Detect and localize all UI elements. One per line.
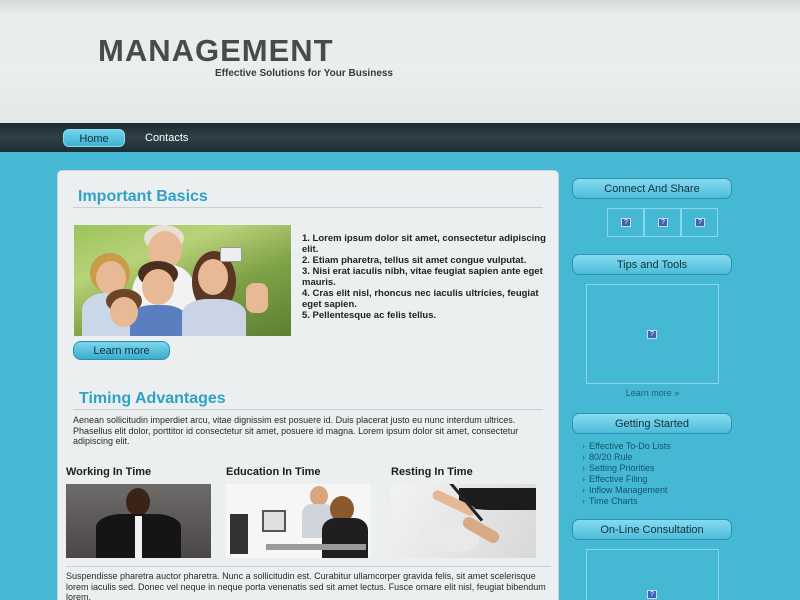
learn-more-link[interactable]: Learn more » <box>586 388 719 398</box>
timing-text: Aenean sollicitudin imperdiet arcu, vita… <box>73 415 519 446</box>
resting-title: Resting In Time <box>391 466 473 478</box>
working-title: Working In Time <box>66 466 152 478</box>
sidebar-link[interactable]: Inflow Management <box>582 485 671 496</box>
main-nav: Home Contacts <box>0 123 800 152</box>
bottom-text: Suspendisse pharetra auctor pharetra. Nu… <box>66 571 546 600</box>
image-placeholder-icon: ? <box>647 330 657 339</box>
sidebar-link[interactable]: Setting Priorities <box>582 463 671 474</box>
share-cell[interactable]: ? <box>607 208 644 237</box>
nav-item-home[interactable]: Home <box>63 129 125 147</box>
resting-image <box>391 484 536 558</box>
started-title: Getting Started <box>572 413 732 434</box>
connect-title: Connect And Share <box>572 178 732 199</box>
list-item: 3. Nisi erat iaculis nibh, vitae feugiat… <box>302 266 543 288</box>
nav-item-contacts[interactable]: Contacts <box>145 129 188 147</box>
sidebar-link[interactable]: Time Charts <box>582 496 671 507</box>
image-placeholder-icon: ? <box>647 590 657 599</box>
site-slogan: Effective Solutions for Your Business <box>215 68 393 79</box>
education-title: Education In Time <box>226 466 321 478</box>
list-item: 1. Lorem ipsum dolor sit amet, consectet… <box>302 233 546 255</box>
tips-title: Tips and Tools <box>572 254 732 275</box>
list-item: 2. Etiam pharetra, tellus sit amet congu… <box>302 255 527 266</box>
share-icon[interactable]: ? <box>658 218 668 227</box>
divider <box>73 409 543 410</box>
basics-list: 1. Lorem ipsum dolor sit amet, consectet… <box>302 233 552 321</box>
sidebar-link[interactable]: Effective To-Do Lists <box>582 441 671 452</box>
share-cell[interactable]: ? <box>644 208 681 237</box>
education-image <box>226 484 371 558</box>
divider <box>73 207 543 208</box>
share-icon[interactable]: ? <box>695 218 705 227</box>
share-icon[interactable]: ? <box>621 218 631 227</box>
sidebar-link[interactable]: Effective Filing <box>582 474 671 485</box>
timing-title: Timing Advantages <box>79 390 226 407</box>
main-content: Important Basics 1. Lorem ipsum dolor si… <box>57 170 559 600</box>
share-cell[interactable]: ? <box>681 208 718 237</box>
sidebar-link[interactable]: 80/20 Rule <box>582 452 671 463</box>
list-item: 5. Pellentesque ac felis tellus. <box>302 310 437 321</box>
tips-box: ? <box>586 284 719 384</box>
divider <box>66 566 551 567</box>
learn-more-button[interactable]: Learn more <box>73 341 170 360</box>
consult-title: On-Line Consultation <box>572 519 732 540</box>
started-list: Effective To-Do Lists 80/20 Rule Setting… <box>582 441 671 508</box>
basics-title: Important Basics <box>78 188 208 205</box>
working-image <box>66 484 211 558</box>
site-header: MANAGEMENT Effective Solutions for Your … <box>0 0 800 123</box>
family-photo <box>74 225 291 336</box>
site-logo[interactable]: MANAGEMENT <box>98 33 334 69</box>
list-item: 4. Cras elit nisl, rhoncus nec iaculis u… <box>302 288 539 310</box>
consult-box: ? <box>586 549 719 600</box>
